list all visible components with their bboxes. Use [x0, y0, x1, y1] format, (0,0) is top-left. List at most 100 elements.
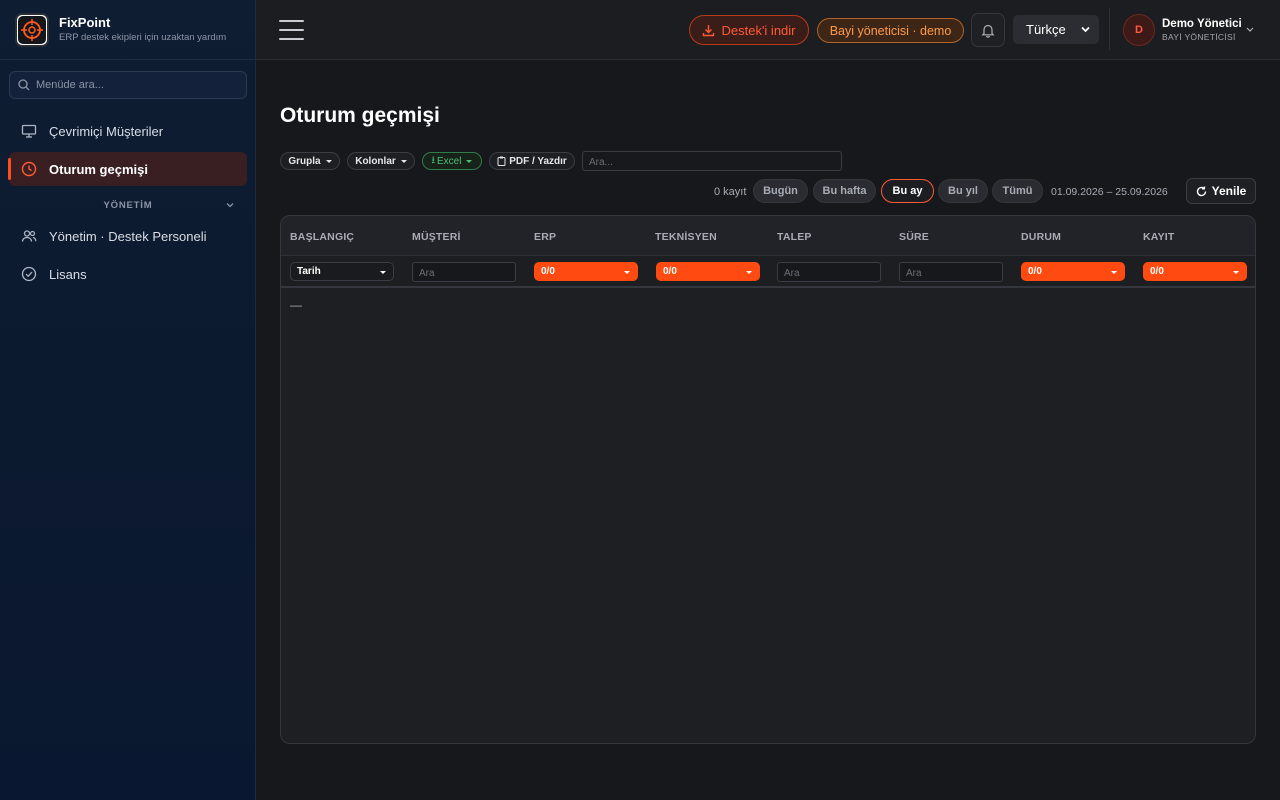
group-label: Grupla	[288, 155, 321, 167]
customer-filter[interactable]	[412, 262, 516, 283]
technician-filter-select[interactable]: 0/0	[656, 262, 760, 281]
excel-label: Excel	[437, 155, 462, 167]
menu-toggle-icon[interactable]	[279, 20, 304, 40]
period-this-week-button[interactable]: Bu hafta	[813, 179, 876, 203]
status-filter-value: 0/0	[1028, 266, 1042, 277]
download-support-button[interactable]: Destek'i indir	[689, 15, 809, 45]
period-label: Bu hafta	[822, 185, 867, 197]
sidebar-section-management[interactable]: YÖNETİM	[9, 200, 247, 214]
customer-filter-input[interactable]	[413, 264, 515, 283]
sidebar-item-session-history[interactable]: Oturum geçmişi	[8, 152, 247, 186]
language-value: Türkçe	[1026, 22, 1066, 37]
clipboard-icon	[497, 156, 506, 166]
app-logo[interactable]	[15, 12, 49, 47]
request-filter[interactable]	[777, 262, 881, 283]
users-icon	[21, 228, 37, 244]
user-name[interactable]: Demo Yönetici	[1162, 18, 1242, 30]
refresh-icon	[1196, 185, 1206, 196]
period-label: Tümü	[1002, 185, 1033, 197]
empty-state: —	[290, 298, 302, 312]
table-search-input[interactable]	[583, 153, 841, 172]
caret-down-icon	[746, 271, 752, 274]
pdf-label: PDF / Yazdır	[509, 155, 567, 167]
search-icon	[18, 79, 30, 91]
refresh-button[interactable]: Yenile	[1186, 178, 1256, 204]
period-today-button[interactable]: Bugün	[753, 179, 808, 203]
bell-icon	[981, 24, 995, 38]
erp-filter-select[interactable]: 0/0	[534, 262, 638, 281]
role-badge-label: Bayi yöneticisi · demo	[829, 23, 952, 38]
period-this-year-button[interactable]: Bu yıl	[938, 179, 988, 203]
chevron-down-icon	[1081, 26, 1090, 33]
sidebar-item-support-staff[interactable]: Yönetim · Destek Personeli	[9, 219, 247, 253]
excel-export-button[interactable]: ⭳ Excel	[422, 152, 482, 170]
download-icon: ⭳	[431, 154, 436, 166]
period-this-month-button[interactable]: Bu ay	[881, 179, 934, 203]
record-filter-value: 0/0	[1150, 266, 1164, 277]
session-table: BAŞLANGIÇ MÜŞTERİ ERP TEKNİSYEN TALEP SÜ…	[280, 215, 1256, 744]
caret-down-icon	[1233, 271, 1239, 274]
divider	[1109, 8, 1110, 50]
avatar[interactable]: D	[1123, 14, 1155, 46]
sidebar-item-label: Oturum geçmişi	[49, 161, 148, 177]
avatar-initial: D	[1135, 24, 1143, 36]
caret-down-icon	[624, 271, 630, 274]
period-all-button[interactable]: Tümü	[992, 179, 1043, 203]
topbar: Destek'i indir Bayi yöneticisi · demo Tü…	[256, 0, 1280, 60]
menu-search[interactable]	[9, 71, 247, 99]
period-label: Bu yıl	[948, 185, 978, 197]
column-header-status[interactable]: DURUM	[1021, 231, 1061, 243]
crosshair-icon	[21, 18, 43, 41]
caret-down-icon	[1111, 271, 1117, 274]
sidebar-item-label: Çevrimiçi Müşteriler	[49, 123, 164, 139]
record-filter-select[interactable]: 0/0	[1143, 262, 1247, 281]
column-header-request[interactable]: TALEP	[777, 231, 812, 243]
group-button[interactable]: Grupla	[280, 152, 340, 170]
section-label: YÖNETİM	[103, 200, 153, 211]
duration-filter[interactable]	[899, 262, 1003, 283]
column-header-technician[interactable]: TEKNİSYEN	[655, 231, 717, 243]
column-header-erp[interactable]: ERP	[534, 231, 556, 243]
duration-filter-input[interactable]	[900, 264, 1002, 283]
column-header-record[interactable]: KAYIT	[1143, 231, 1175, 243]
columns-button[interactable]: Kolonlar	[347, 152, 415, 170]
sidebar-item-license[interactable]: Lisans	[9, 257, 247, 291]
notifications-button[interactable]	[971, 13, 1005, 47]
chevron-down-icon[interactable]	[1245, 25, 1255, 35]
pdf-print-button[interactable]: PDF / Yazdır	[489, 152, 575, 170]
menu-search-input[interactable]	[36, 79, 236, 91]
column-header-start[interactable]: BAŞLANGIÇ	[290, 231, 354, 243]
sidebar-item-label: Yönetim · Destek Personeli	[49, 228, 207, 244]
date-filter-value: Tarih	[297, 266, 321, 277]
table-search[interactable]	[582, 151, 842, 172]
caret-down-icon	[380, 271, 386, 274]
sidebar-item-online-customers[interactable]: Çevrimiçi Müşteriler	[9, 114, 247, 148]
request-filter-input[interactable]	[778, 264, 880, 283]
period-label: Bu ay	[892, 185, 923, 197]
language-select[interactable]: Türkçe	[1013, 15, 1099, 44]
table-header: BAŞLANGIÇ MÜŞTERİ ERP TEKNİSYEN TALEP SÜ…	[281, 216, 1255, 256]
date-range[interactable]: 01.09.2026 – 25.09.2026	[1051, 186, 1168, 198]
brand-name: FixPoint	[59, 15, 111, 30]
date-filter-select[interactable]: Tarih	[290, 262, 394, 281]
download-icon	[703, 24, 715, 36]
period-label: Bugün	[763, 185, 798, 197]
sidebar: FixPoint ERP destek ekipleri için uzakta…	[0, 0, 256, 800]
status-filter-select[interactable]: 0/0	[1021, 262, 1125, 281]
download-label: Destek'i indir	[721, 22, 796, 38]
user-role: BAYİ YÖNETİCİSİ	[1162, 32, 1236, 42]
sidebar-item-label: Lisans	[49, 266, 87, 282]
column-header-customer[interactable]: MÜŞTERİ	[412, 231, 461, 243]
record-count: 0 kayıt	[714, 186, 747, 198]
brand: FixPoint ERP destek ekipleri için uzakta…	[0, 0, 255, 60]
columns-label: Kolonlar	[355, 155, 396, 167]
table-filter-row: Tarih 0/0 0/0 0/0 0/0	[281, 256, 1255, 288]
clock-icon	[21, 161, 37, 177]
erp-filter-value: 0/0	[541, 266, 555, 277]
column-header-duration[interactable]: SÜRE	[899, 231, 929, 243]
refresh-label: Yenile	[1211, 184, 1247, 198]
caret-down-icon	[466, 159, 473, 163]
brand-tagline: ERP destek ekipleri için uzaktan yardım	[59, 32, 227, 43]
caret-down-icon	[400, 159, 407, 163]
role-badge: Bayi yöneticisi · demo	[817, 18, 964, 43]
